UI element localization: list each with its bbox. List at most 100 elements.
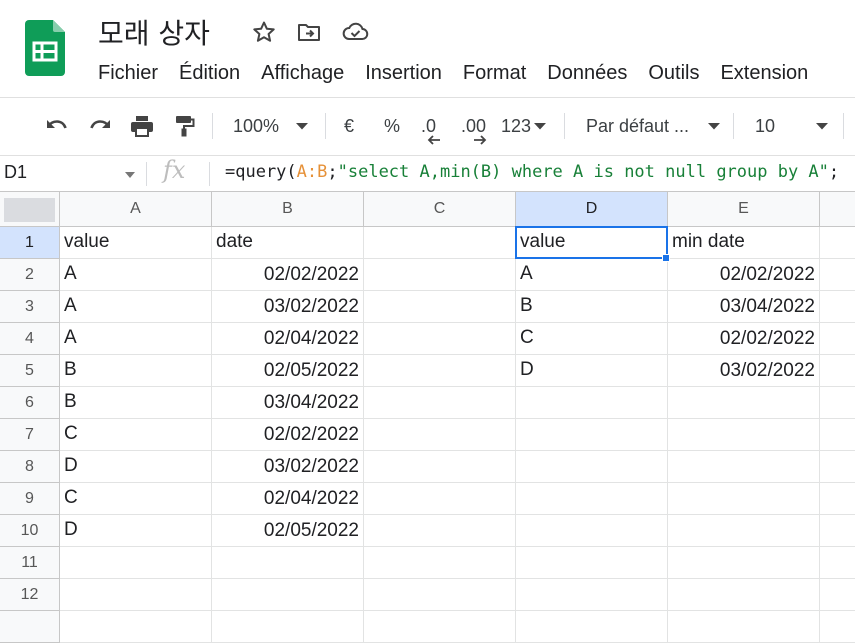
cell[interactable]	[668, 419, 820, 451]
cell[interactable]: A	[60, 323, 212, 355]
menu-extensions[interactable]: Extension	[720, 60, 808, 88]
cell[interactable]: 03/02/2022	[212, 451, 364, 483]
cell[interactable]: date	[212, 227, 364, 259]
cell[interactable]	[516, 515, 668, 547]
increase-decimals-button[interactable]: .00	[461, 113, 487, 145]
row-header-10[interactable]: 10	[0, 515, 60, 547]
column-header-partial[interactable]	[820, 192, 855, 227]
column-header-a[interactable]: A	[60, 192, 212, 227]
column-header-c[interactable]: C	[364, 192, 516, 227]
cell[interactable]	[820, 547, 855, 579]
font-size-select[interactable]: 10	[755, 113, 829, 139]
font-family-select[interactable]: Par défaut ...	[586, 113, 721, 139]
cell[interactable]	[516, 483, 668, 515]
row-header-12[interactable]: 12	[0, 579, 60, 611]
cell[interactable]	[364, 227, 516, 259]
cell[interactable]	[516, 547, 668, 579]
cell[interactable]: A	[60, 291, 212, 323]
cell[interactable]	[820, 259, 855, 291]
chevron-down-icon[interactable]	[124, 171, 136, 179]
cell[interactable]: value	[516, 227, 668, 259]
cell[interactable]: A	[60, 259, 212, 291]
cell[interactable]	[364, 451, 516, 483]
row-header-11[interactable]: 11	[0, 547, 60, 579]
cell[interactable]	[60, 579, 212, 611]
cell[interactable]: C	[60, 419, 212, 451]
row-header-1[interactable]: 1	[0, 227, 60, 259]
cell[interactable]: 02/05/2022	[212, 515, 364, 547]
cell[interactable]: 02/02/2022	[668, 259, 820, 291]
row-header-5[interactable]: 5	[0, 355, 60, 387]
cell[interactable]	[516, 579, 668, 611]
cell[interactable]: B	[60, 387, 212, 419]
cell[interactable]	[364, 355, 516, 387]
paint-format-icon[interactable]	[173, 113, 195, 139]
cell[interactable]: B	[516, 291, 668, 323]
print-icon[interactable]	[129, 113, 155, 139]
cell[interactable]	[820, 419, 855, 451]
row-header-7[interactable]: 7	[0, 419, 60, 451]
formula-input[interactable]: =query(A:B;"select A,min(B) where A is n…	[225, 162, 839, 182]
sheets-logo-icon[interactable]	[25, 20, 65, 81]
menu-format[interactable]: Format	[463, 60, 526, 88]
cell[interactable]	[820, 291, 855, 323]
cell[interactable]	[364, 547, 516, 579]
undo-icon[interactable]	[44, 113, 70, 139]
cell[interactable]	[364, 515, 516, 547]
cell[interactable]	[820, 483, 855, 515]
decrease-decimals-button[interactable]: .0	[421, 113, 440, 145]
redo-icon[interactable]	[87, 113, 113, 139]
cell[interactable]: C	[516, 323, 668, 355]
row-header-3[interactable]: 3	[0, 291, 60, 323]
cell[interactable]	[364, 419, 516, 451]
row-header-4[interactable]: 4	[0, 323, 60, 355]
cell[interactable]	[516, 387, 668, 419]
fill-handle[interactable]	[662, 254, 670, 262]
currency-format-button[interactable]: €	[344, 113, 354, 139]
cell[interactable]: 02/05/2022	[212, 355, 364, 387]
cell[interactable]	[820, 227, 855, 259]
cell[interactable]	[668, 451, 820, 483]
cell[interactable]: D	[60, 515, 212, 547]
cell[interactable]	[668, 483, 820, 515]
column-header-b[interactable]: B	[212, 192, 364, 227]
cell[interactable]	[364, 291, 516, 323]
name-box[interactable]: D1	[4, 162, 27, 183]
menu-view[interactable]: Affichage	[261, 60, 344, 88]
cell[interactable]	[212, 579, 364, 611]
menu-data[interactable]: Données	[547, 60, 627, 88]
menu-edit[interactable]: Édition	[179, 60, 240, 88]
star-icon[interactable]	[252, 20, 276, 49]
row-header-2[interactable]: 2	[0, 259, 60, 291]
cell[interactable]	[516, 451, 668, 483]
percent-format-button[interactable]: %	[384, 113, 400, 139]
cell[interactable]: B	[60, 355, 212, 387]
cell[interactable]: 02/02/2022	[668, 323, 820, 355]
cell[interactable]: 02/02/2022	[212, 419, 364, 451]
cell[interactable]	[820, 451, 855, 483]
zoom-select[interactable]: 100%	[233, 113, 309, 139]
document-title[interactable]: 모래 상자	[98, 12, 210, 52]
cell[interactable]	[212, 547, 364, 579]
cell[interactable]: 02/04/2022	[212, 483, 364, 515]
cell[interactable]	[668, 387, 820, 419]
cell[interactable]: value	[60, 227, 212, 259]
select-all-corner[interactable]	[0, 192, 60, 227]
cell[interactable]	[820, 515, 855, 547]
cell[interactable]: C	[60, 483, 212, 515]
cell[interactable]: 03/04/2022	[212, 387, 364, 419]
menu-file[interactable]: Fichier	[98, 60, 158, 88]
cell[interactable]: 03/02/2022	[212, 291, 364, 323]
cell[interactable]: min date	[668, 227, 820, 259]
cloud-saved-icon[interactable]	[341, 20, 369, 49]
menu-tools[interactable]: Outils	[648, 60, 699, 88]
cell[interactable]	[820, 323, 855, 355]
cell[interactable]: 03/02/2022	[668, 355, 820, 387]
cell[interactable]	[60, 547, 212, 579]
column-header-d[interactable]: D	[516, 192, 668, 227]
cell[interactable]: 03/04/2022	[668, 291, 820, 323]
row-header-6[interactable]: 6	[0, 387, 60, 419]
row-header-9[interactable]: 9	[0, 483, 60, 515]
cell[interactable]	[820, 355, 855, 387]
row-header-8[interactable]: 8	[0, 451, 60, 483]
